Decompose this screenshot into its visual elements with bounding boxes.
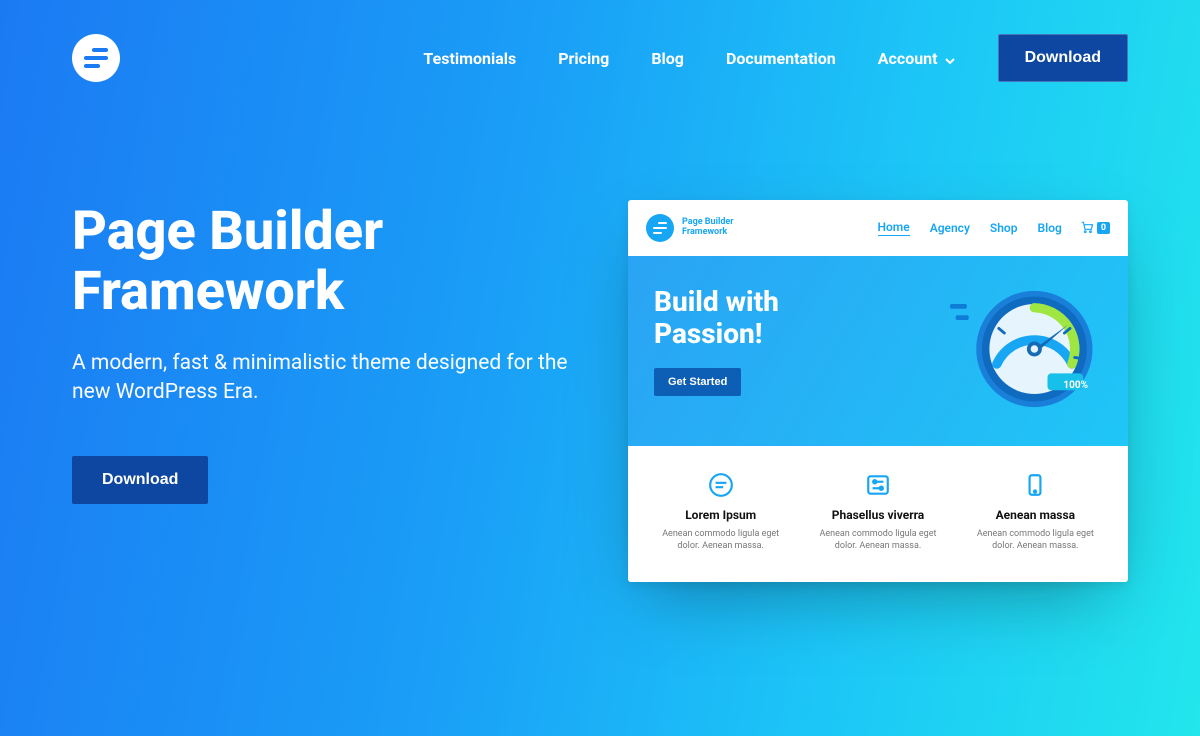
feature-card: Phasellus viverra Aenean commodo ligula … [799,472,956,552]
page-title: Page Builder Framework [72,202,592,323]
mobile-icon [965,472,1106,498]
preview-cart[interactable]: 0 [1080,219,1110,238]
hero-download-button[interactable]: Download [72,456,208,504]
cart-icon [1080,219,1094,238]
nav-pricing[interactable]: Pricing [558,49,609,68]
feature-title: Phasellus viverra [807,508,948,522]
feature-desc: Aenean commodo ligula eget dolor. Aenean… [650,528,791,552]
brand-logo-icon[interactable] [72,34,120,82]
preview-nav-shop[interactable]: Shop [990,221,1018,235]
nav-blog[interactable]: Blog [651,49,684,68]
download-button[interactable]: Download [998,34,1128,82]
preview-brand-line1: Page Builder [682,217,734,227]
nav-testimonials[interactable]: Testimonials [423,49,516,68]
preview-nav-home[interactable]: Home [878,220,910,236]
feature-title: Aenean massa [965,508,1106,522]
gauge-percent-label: 100% [1063,380,1088,391]
nav-documentation[interactable]: Documentation [726,49,836,68]
preview-hero-line1: Build with [654,285,779,318]
hero-subtitle: A modern, fast & minimalistic theme desi… [72,349,592,408]
feature-card: Lorem Ipsum Aenean commodo ligula eget d… [642,472,799,552]
feature-title: Lorem Ipsum [650,508,791,522]
preview-hero-line2: Passion! [654,317,762,350]
speedometer-icon: 100% [950,274,1100,424]
title-line-2: Framework [72,260,344,323]
top-nav: Testimonials Pricing Blog Documentation … [0,0,1200,82]
feature-desc: Aenean commodo ligula eget dolor. Aenean… [807,528,948,552]
nav-account-label: Account [878,49,938,68]
chevron-down-icon [944,52,956,64]
preview-hero: Build with Passion! Get Started [628,256,1128,446]
title-line-1: Page Builder [72,200,383,263]
cart-count-badge: 0 [1097,222,1110,234]
preview-brand: Page Builder Framework [682,218,752,238]
nav-account[interactable]: Account [878,49,956,68]
preview-nav-agency[interactable]: Agency [930,221,970,235]
target-icon [650,472,791,498]
preview-card: Page Builder Framework Home Agency Shop … [628,200,1128,582]
get-started-button[interactable]: Get Started [654,368,741,396]
sliders-icon [807,472,948,498]
preview-features: Lorem Ipsum Aenean commodo ligula eget d… [628,446,1128,582]
preview-logo-icon [646,214,674,242]
feature-card: Aenean massa Aenean commodo ligula eget … [957,472,1114,552]
feature-desc: Aenean commodo ligula eget dolor. Aenean… [965,528,1106,552]
preview-nav-blog[interactable]: Blog [1037,221,1061,235]
preview-nav: Page Builder Framework Home Agency Shop … [628,200,1128,256]
preview-brand-line2: Framework [682,227,727,237]
